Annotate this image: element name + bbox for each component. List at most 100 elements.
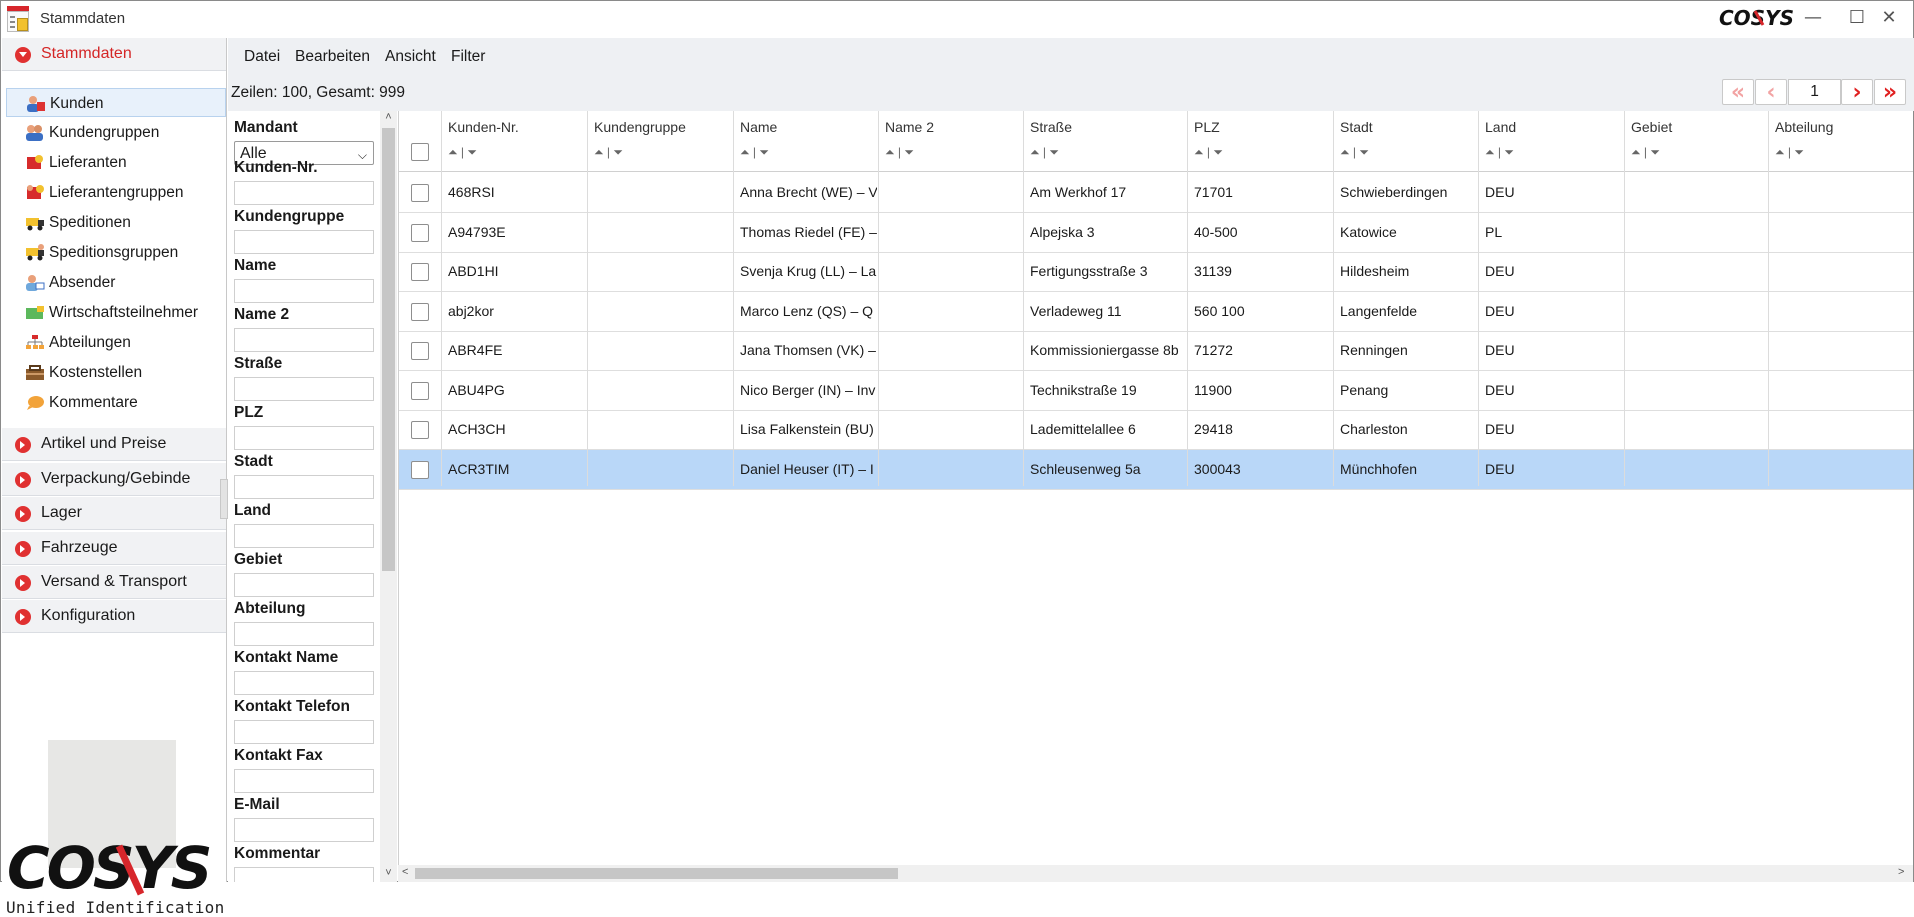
- sort-icon[interactable]: ⏶ | ⏷: [885, 145, 914, 160]
- sidebar-item-speditionen[interactable]: Speditionen: [6, 208, 226, 237]
- filter-input[interactable]: [234, 720, 374, 744]
- filter-input[interactable]: [234, 230, 374, 254]
- filter-input[interactable]: [234, 573, 374, 597]
- scroll-up-icon[interactable]: ˄: [380, 111, 397, 123]
- sidebar-item-abteilungen[interactable]: Abteilungen: [6, 328, 226, 357]
- column-header[interactable]: PLZ: [1194, 119, 1220, 135]
- expand-icon: [15, 541, 31, 557]
- column-header[interactable]: Name: [740, 119, 777, 135]
- filter-input[interactable]: [234, 328, 374, 352]
- info-bar: Zeilen: 100, Gesamt: 999: [228, 71, 1914, 111]
- filter-input[interactable]: [234, 867, 374, 882]
- sidebar-item-kostenstellen[interactable]: Kostenstellen: [6, 358, 226, 387]
- first-page-icon[interactable]: «: [1722, 79, 1754, 105]
- row-checkbox[interactable]: [411, 223, 429, 242]
- column-header[interactable]: Land: [1485, 119, 1516, 135]
- table-row[interactable]: abj2kor Marco Lenz (QS) – Q Verladeweg 11 5…: [399, 292, 1913, 332]
- sidebar-item-lieferanten[interactable]: Lieferanten: [6, 148, 226, 177]
- filter-input[interactable]: [234, 671, 374, 695]
- menu-filter[interactable]: Filter: [451, 48, 485, 66]
- sidebar-item-lieferantengruppen[interactable]: Lieferantengruppen: [6, 178, 226, 207]
- sort-icon[interactable]: ⏶ | ⏷: [1194, 145, 1223, 160]
- sidebar-item-absender[interactable]: Absender: [6, 268, 226, 297]
- filter-input[interactable]: [234, 524, 374, 548]
- row-checkbox[interactable]: [411, 342, 429, 360]
- row-checkbox[interactable]: [411, 184, 429, 202]
- sidebar-item-kommentare[interactable]: Kommentare: [6, 388, 226, 417]
- column-header[interactable]: Name 2: [885, 119, 934, 135]
- section-konfiguration[interactable]: Konfiguration: [2, 600, 226, 633]
- filter-input[interactable]: [234, 426, 374, 450]
- menu-bearbeiten[interactable]: Bearbeiten: [295, 48, 370, 66]
- sort-icon[interactable]: ⏶ | ⏷: [448, 145, 477, 160]
- sidebar-item-kundengruppen[interactable]: Kundengruppen: [6, 118, 226, 147]
- filter-input[interactable]: [234, 818, 374, 842]
- table-row[interactable]: ACH3CH Lisa Falkenstein (BU) Lademittelall…: [399, 410, 1913, 450]
- sort-icon[interactable]: ⏶ | ⏷: [1030, 145, 1059, 160]
- row-checkbox[interactable]: [411, 302, 429, 321]
- table-cell-name: Svenja Krug (LL) – La: [740, 263, 877, 279]
- sort-icon[interactable]: ⏶ | ⏷: [1485, 145, 1514, 160]
- section-artikel-und-preise[interactable]: Artikel und Preise: [2, 428, 226, 461]
- filter-input[interactable]: [234, 181, 374, 205]
- filter-input[interactable]: [234, 622, 374, 646]
- next-page-icon[interactable]: ›: [1841, 79, 1873, 105]
- section-fahrzeuge[interactable]: Fahrzeuge: [2, 532, 226, 565]
- table-cell-id: 468RSI: [448, 184, 495, 200]
- table-row[interactable]: 468RSI Anna Brecht (WE) – V Am Werkhof 17 7…: [399, 173, 1913, 213]
- scrollbar-thumb[interactable]: [415, 868, 898, 879]
- filter-input[interactable]: [234, 377, 374, 401]
- scroll-down-icon[interactable]: ˅: [380, 867, 397, 879]
- last-page-icon[interactable]: »: [1874, 79, 1906, 105]
- page-number-input[interactable]: 1: [1788, 79, 1841, 105]
- table-cell-plz: 560 100: [1194, 302, 1245, 319]
- scroll-right-icon[interactable]: ˃: [1898, 866, 1904, 878]
- table-row[interactable]: A94793E Thomas Riedel (FE) – Alpejska 3 40-…: [399, 213, 1913, 253]
- row-checkbox[interactable]: [411, 263, 429, 281]
- section-verpackung-gebinde[interactable]: Verpackung/Gebinde: [2, 463, 226, 496]
- minimize-icon[interactable]: —: [1791, 1, 1835, 35]
- sort-icon[interactable]: ⏶ | ⏷: [1775, 145, 1804, 160]
- filter-scrollbar[interactable]: ˄ ˅: [380, 111, 397, 882]
- section-lager[interactable]: Lager: [2, 497, 226, 530]
- sort-icon[interactable]: ⏶ | ⏷: [1631, 145, 1660, 160]
- close-icon[interactable]: ✕: [1867, 1, 1911, 35]
- filter-label: Name 2: [234, 306, 290, 323]
- section-stammdaten[interactable]: Stammdaten: [2, 38, 226, 71]
- scrollbar-thumb[interactable]: [382, 128, 395, 571]
- sidebar-collapse-handle[interactable]: [220, 479, 228, 519]
- table-row[interactable]: ACR3TIM Daniel Heuser (IT) – I Schleusenwe…: [399, 449, 1913, 490]
- sidebar-item-speditionsgruppen[interactable]: Speditionsgruppen: [6, 238, 226, 267]
- filter-input[interactable]: [234, 475, 374, 499]
- suppliers-icon: [27, 155, 43, 169]
- menu-ansicht[interactable]: Ansicht: [385, 48, 436, 66]
- menu-datei[interactable]: Datei: [244, 48, 280, 66]
- section-versand-transport[interactable]: Versand & Transport: [2, 566, 226, 599]
- prev-page-icon[interactable]: ‹: [1755, 79, 1787, 105]
- sidebar-item-wirtschaftsteilnehmer[interactable]: Wirtschaftsteilnehmer: [6, 298, 226, 327]
- row-checkbox[interactable]: [411, 460, 429, 479]
- column-header[interactable]: Kundengruppe: [594, 119, 686, 135]
- column-header[interactable]: Abteilung: [1775, 119, 1833, 135]
- table-cell-id: A94793E: [448, 223, 506, 240]
- table-row[interactable]: ABD1HI Svenja Krug (LL) – La Fertigungsstr…: [399, 252, 1913, 292]
- filter-input[interactable]: [234, 279, 374, 303]
- comments-icon: [27, 396, 44, 410]
- row-checkbox[interactable]: [411, 421, 429, 439]
- table-horizontal-scrollbar[interactable]: ˂ ˃: [398, 865, 1913, 882]
- scroll-left-icon[interactable]: ˂: [402, 866, 408, 878]
- column-header[interactable]: Stadt: [1340, 119, 1373, 135]
- row-checkbox[interactable]: [411, 381, 429, 400]
- table-row[interactable]: ABU4PG Nico Berger (IN) – Inv Technikstraß…: [399, 371, 1913, 411]
- column-header[interactable]: Kunden-Nr.: [448, 119, 519, 135]
- select-all-checkbox[interactable]: [411, 143, 429, 161]
- table-cell-city: Katowice: [1340, 223, 1397, 240]
- filter-input[interactable]: [234, 769, 374, 793]
- sort-icon[interactable]: ⏶ | ⏷: [1340, 145, 1369, 160]
- sidebar-item-kunden[interactable]: Kunden: [6, 88, 226, 117]
- column-header[interactable]: Gebiet: [1631, 119, 1672, 135]
- sort-icon[interactable]: ⏶ | ⏷: [594, 145, 623, 160]
- table-row[interactable]: ABR4FE Jana Thomsen (VK) – Kommissionierga…: [399, 331, 1913, 371]
- sort-icon[interactable]: ⏶ | ⏷: [740, 145, 769, 160]
- column-header[interactable]: Straße: [1030, 119, 1072, 135]
